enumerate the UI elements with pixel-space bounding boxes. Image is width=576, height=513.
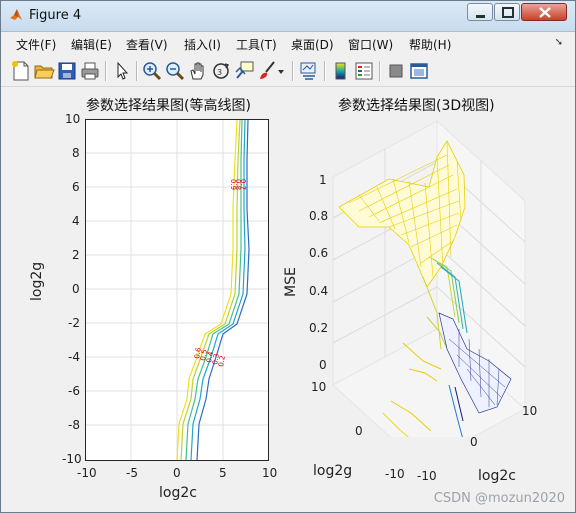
save-icon[interactable]	[56, 60, 78, 82]
surface-zlabel: MSE	[283, 267, 299, 297]
x-tick-label: -5	[126, 466, 138, 480]
watermark: CSDN @mozun2020	[433, 491, 565, 506]
y3d-tick-label: 0	[355, 424, 363, 438]
contour-title: 参数选择结果图(等高线图)	[86, 98, 251, 114]
contour-xlabel: log2c	[159, 485, 197, 501]
close-button[interactable]	[521, 3, 567, 21]
minimize-button[interactable]	[467, 3, 493, 21]
toolbar-separator	[379, 61, 381, 81]
x-tick-label: 0	[173, 466, 181, 480]
y-tick-label: 10	[65, 112, 81, 126]
menu-dock-arrow-icon[interactable]: ➘	[555, 37, 563, 48]
open-file-icon[interactable]	[33, 60, 55, 82]
new-figure-icon[interactable]	[10, 60, 32, 82]
menu-tools[interactable]: 工具(T)	[236, 36, 277, 53]
z-tick-label: 0	[319, 358, 327, 372]
toolbar-separator	[292, 61, 294, 81]
contour-axes[interactable]: 0.9 0.8 0.7 0.6 0.5 0.4 0.3 0.2	[85, 119, 269, 461]
surface-xlabel: log2c	[478, 468, 516, 484]
x3d-tick-label: 0	[470, 435, 478, 449]
z-tick-label: 0.4	[309, 284, 329, 298]
pan-hand-icon[interactable]	[187, 60, 209, 82]
menu-bar: 文件(F) 编辑(E) 查看(V) 插入(I) 工具(T) 桌面(D) 窗口(W…	[1, 32, 575, 55]
figure-canvas: 参数选择结果图(等高线图) 0.9 0.8 0.7 0.6 0.5 0.4 0.…	[1, 87, 575, 512]
menu-view[interactable]: 查看(V)	[126, 36, 168, 53]
print-icon[interactable]	[79, 60, 101, 82]
maximize-button[interactable]	[494, 3, 520, 21]
y-tick-label: 4	[72, 214, 80, 228]
y-tick-label: 2	[72, 248, 80, 262]
rotate-3d-icon[interactable]: 3	[210, 60, 232, 82]
svg-text:3: 3	[217, 68, 222, 77]
zoom-in-icon[interactable]	[141, 60, 163, 82]
x3d-tick-label: -10	[417, 469, 437, 483]
z-tick-label: 1	[319, 173, 327, 187]
z-tick-label: 0.2	[309, 321, 329, 335]
legend-icon[interactable]	[353, 60, 375, 82]
x-tick-label: -10	[77, 466, 97, 480]
surface-title: 参数选择结果图(3D视图)	[338, 98, 495, 114]
x-tick-label: 5	[219, 466, 227, 480]
figure-window: Figure 4 文件(F) 编辑(E) 查看(V) 插入(I) 工具(T) 桌…	[0, 0, 576, 513]
x-tick-label: 10	[262, 466, 278, 480]
window-title: Figure 4	[29, 8, 82, 23]
menu-window[interactable]: 窗口(W)	[348, 36, 393, 53]
hide-plot-tools-icon[interactable]	[385, 60, 407, 82]
link-plot-icon[interactable]	[298, 60, 320, 82]
y-tick-label: -4	[68, 350, 80, 364]
toolbar-separator	[324, 61, 326, 81]
y-tick-label: -8	[68, 418, 80, 432]
menu-help[interactable]: 帮助(H)	[409, 36, 451, 53]
surface-ylabel: log2g	[313, 463, 353, 479]
z-tick-label: 0.8	[309, 209, 329, 223]
matlab-icon	[10, 9, 22, 20]
show-plot-tools-icon[interactable]	[408, 60, 430, 82]
y-tick-label: -6	[68, 384, 80, 398]
y-tick-label: -2	[68, 316, 80, 330]
title-bar: Figure 4	[1, 1, 575, 32]
y-tick-label: -10	[62, 452, 82, 466]
contour-label: 0.7	[239, 179, 247, 190]
toolbar-separator	[105, 61, 107, 81]
contour-label-group-upper: 0.9 0.8 0.7	[229, 179, 247, 190]
surface-axes[interactable]	[329, 117, 529, 437]
menu-edit[interactable]: 编辑(E)	[71, 36, 112, 53]
contour-ylabel: log2g	[29, 261, 45, 301]
menu-file[interactable]: 文件(F)	[16, 36, 56, 53]
y-tick-label: 8	[72, 146, 80, 160]
data-cursor-icon[interactable]	[233, 60, 255, 82]
x3d-tick-label: 10	[522, 404, 538, 418]
brush-icon[interactable]	[256, 60, 278, 82]
pointer-icon[interactable]	[111, 60, 133, 82]
colorbar-icon[interactable]	[330, 60, 352, 82]
y-tick-label: 6	[72, 180, 80, 194]
menu-desktop[interactable]: 桌面(D)	[291, 36, 334, 53]
zoom-out-icon[interactable]	[164, 60, 186, 82]
z-tick-label: 0.6	[309, 246, 329, 260]
toolbar-separator	[136, 61, 138, 81]
toolbar: 3	[1, 56, 575, 87]
menu-insert[interactable]: 插入(I)	[184, 36, 221, 53]
y3d-tick-label: 10	[311, 380, 327, 394]
brush-dropdown-icon[interactable]	[276, 60, 286, 82]
y-tick-label: 0	[72, 282, 80, 296]
y3d-tick-label: -10	[385, 467, 405, 481]
